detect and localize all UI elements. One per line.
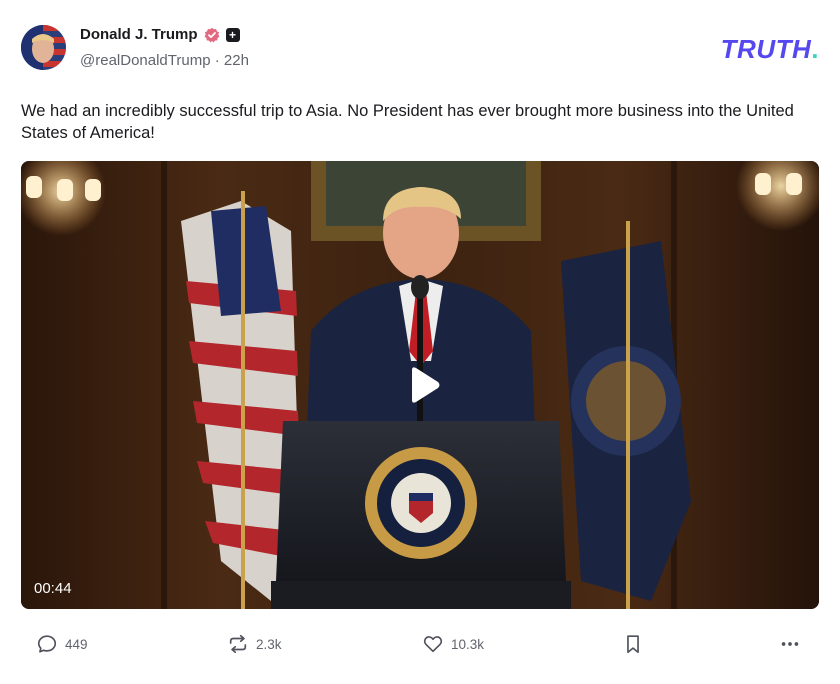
author-name[interactable]: Donald J. Trump xyxy=(80,26,198,43)
like-count: 10.3k xyxy=(451,636,485,652)
bookmark-button[interactable] xyxy=(622,628,644,660)
retruth-button[interactable]: 2.3k xyxy=(227,628,282,660)
play-icon[interactable] xyxy=(403,365,443,405)
bookmark-icon xyxy=(627,635,639,654)
plus-badge-icon: + xyxy=(225,27,240,42)
post-actions: 449 2.3k 10.3k xyxy=(21,628,821,662)
avatar-image xyxy=(21,25,66,70)
truth-logo[interactable]: TRUTH. xyxy=(721,34,819,65)
avatar[interactable] xyxy=(21,25,66,70)
verified-badge-icon xyxy=(204,27,219,42)
three-dots-icon xyxy=(781,642,799,646)
logo-text: TRUTH xyxy=(720,34,812,64)
post-header: Donald J. Trump + @realDonaldTrump · 22h… xyxy=(21,24,821,74)
author-name-row: Donald J. Trump + xyxy=(80,26,240,43)
retruth-count: 2.3k xyxy=(256,636,282,652)
more-options-button[interactable] xyxy=(779,628,801,660)
heart-icon xyxy=(423,636,443,653)
reply-count: 449 xyxy=(65,636,88,652)
reply-button[interactable]: 449 xyxy=(36,628,88,660)
handle-and-time[interactable]: @realDonaldTrump · 22h xyxy=(80,52,249,69)
logo-dot: . xyxy=(811,34,819,64)
repost-arrows-icon xyxy=(229,634,247,654)
video-player[interactable]: 00:44 xyxy=(21,161,819,609)
video-duration: 00:44 xyxy=(34,580,72,597)
post-text: We had an incredibly successful trip to … xyxy=(21,102,794,142)
speech-bubble-icon xyxy=(37,635,57,653)
like-button[interactable]: 10.3k xyxy=(422,628,484,660)
